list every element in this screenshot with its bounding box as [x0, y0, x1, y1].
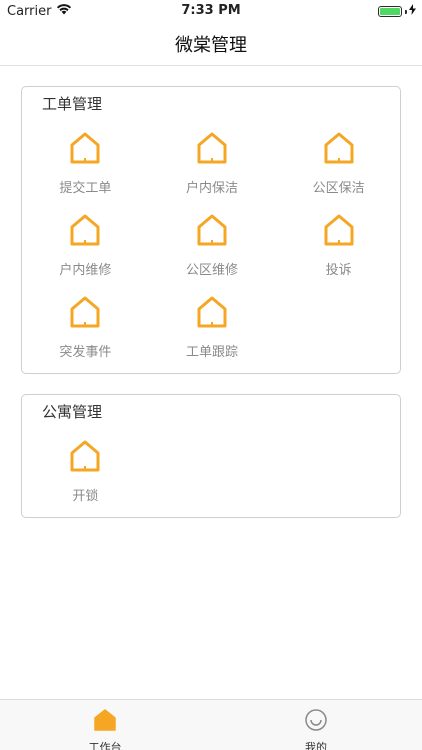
item-public-cleaning[interactable]: 公区保洁 — [275, 131, 402, 196]
house-icon — [68, 213, 102, 251]
house-icon — [195, 131, 229, 169]
item-label: 工单跟踪 — [185, 345, 238, 360]
status-right — [378, 4, 416, 19]
section-title: 工单管理 — [42, 95, 103, 113]
item-label: 开锁 — [72, 489, 99, 504]
status-time: 7:33 PM — [181, 3, 241, 18]
house-icon — [68, 439, 102, 477]
item-submit-order[interactable]: 提交工单 — [22, 131, 149, 196]
tab-label: 我的 — [305, 741, 327, 750]
item-label: 公区维修 — [185, 263, 238, 278]
tab-mine[interactable]: 我的 — [286, 708, 346, 750]
item-indoor-repair[interactable]: 户内维修 — [22, 213, 149, 278]
item-unlock[interactable]: 开锁 — [22, 439, 149, 504]
battery-cap — [405, 9, 407, 14]
item-label: 户内维修 — [59, 263, 112, 278]
item-label: 公区保洁 — [312, 181, 365, 196]
section-apartment: 公寓管理 开锁 — [21, 394, 401, 518]
smiley-icon — [304, 708, 328, 736]
house-icon — [195, 213, 229, 251]
item-label: 投诉 — [325, 263, 352, 278]
page-title: 微棠管理 — [175, 35, 247, 56]
battery-icon — [378, 6, 402, 17]
work-order-grid: 提交工单 户内保洁 公区保洁 户内维修 公区维修 投诉 突发事件 工单跟踪 — [22, 131, 402, 360]
charging-bolt-icon — [409, 4, 416, 19]
item-emergency[interactable]: 突发事件 — [22, 295, 149, 360]
house-icon — [322, 131, 356, 169]
item-order-tracking[interactable]: 工单跟踪 — [149, 295, 276, 360]
apartment-grid: 开锁 — [22, 439, 402, 504]
tab-bar: 工作台 我的 — [0, 699, 422, 750]
house-icon — [68, 295, 102, 333]
tab-workbench[interactable]: 工作台 — [75, 708, 135, 750]
home-filled-icon — [93, 708, 117, 736]
item-label: 突发事件 — [59, 345, 112, 360]
item-complaint[interactable]: 投诉 — [275, 213, 402, 278]
battery-fill — [380, 8, 400, 15]
house-icon — [68, 131, 102, 169]
house-icon — [322, 213, 356, 251]
section-title: 公寓管理 — [42, 403, 103, 421]
section-work-orders: 工单管理 提交工单 户内保洁 公区保洁 户内维修 公区维修 投诉 突发事件 工单… — [21, 86, 401, 374]
item-label: 提交工单 — [59, 181, 112, 196]
item-label: 户内保洁 — [185, 181, 238, 196]
navigation-bar: 微棠管理 — [0, 22, 422, 66]
tab-label: 工作台 — [88, 741, 122, 750]
status-bar: Carrier 7:33 PM — [0, 0, 422, 22]
item-indoor-cleaning[interactable]: 户内保洁 — [149, 131, 276, 196]
item-public-repair[interactable]: 公区维修 — [149, 213, 276, 278]
house-icon — [195, 295, 229, 333]
